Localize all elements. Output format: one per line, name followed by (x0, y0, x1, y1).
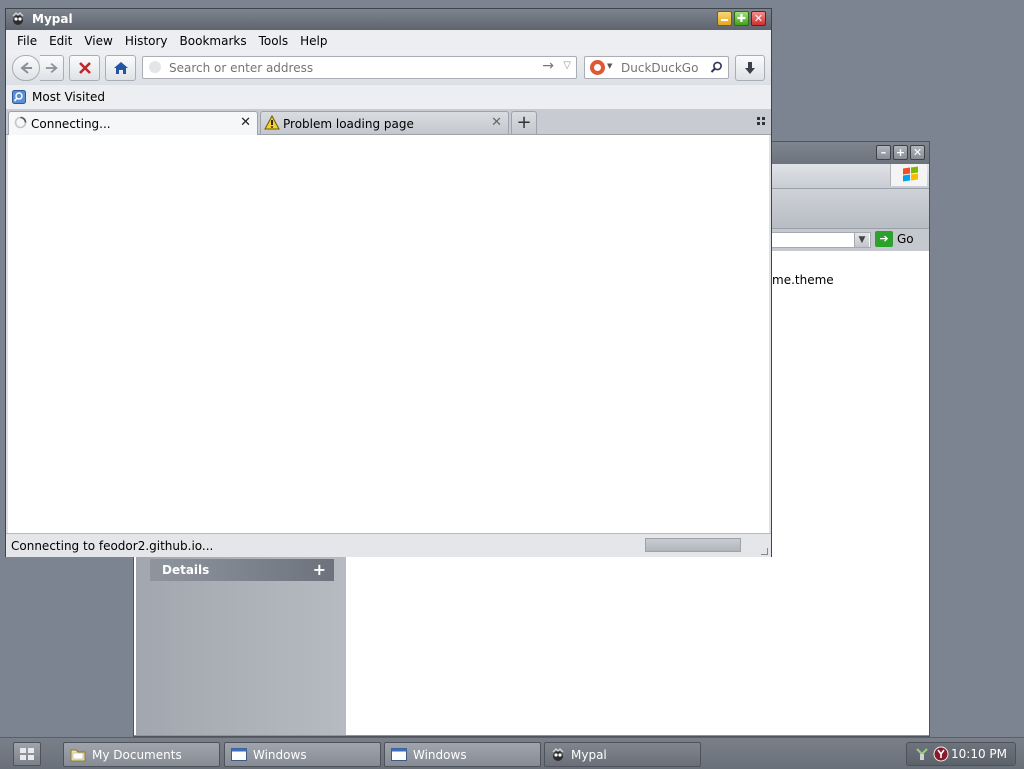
menu-bookmarks[interactable]: Bookmarks (174, 30, 253, 51)
bg-minimize-button[interactable]: – (876, 145, 891, 160)
bg-sidebar: Details + (136, 553, 346, 735)
minimize-button[interactable] (717, 11, 732, 26)
plus-icon: + (516, 112, 532, 133)
stop-icon (78, 62, 91, 74)
update-notification-icon[interactable] (933, 746, 949, 762)
start-button[interactable] (13, 742, 41, 766)
menu-view-label: View (84, 34, 113, 48)
window-title: Mypal (32, 12, 73, 26)
menu-help-label: Help (300, 34, 328, 48)
menu-file[interactable]: File (11, 30, 43, 51)
address-input[interactable] (169, 60, 529, 75)
duckduckgo-icon[interactable] (590, 60, 605, 75)
taskbar-item-windows-1[interactable]: Windows (224, 742, 381, 767)
tab-list-icon[interactable] (757, 117, 766, 126)
tab-connecting[interactable]: Connecting... ✕ (8, 111, 258, 135)
network-icon[interactable] (915, 747, 929, 761)
system-tray: 10:10 PM (906, 742, 1016, 766)
bookmarks-toolbar: Most Visited (6, 85, 771, 109)
tab-close-icon[interactable]: ✕ (240, 115, 251, 130)
taskbar: My Documents Windows Windows Mypal 10:10… (0, 737, 1024, 769)
menu-help[interactable]: Help (294, 30, 333, 51)
menu-bookmarks-label: Bookmarks (179, 34, 247, 48)
window-icon (391, 748, 407, 761)
stop-button[interactable] (69, 55, 100, 81)
home-icon (113, 62, 128, 74)
status-text: Connecting to feodor2.github.io... (11, 539, 214, 553)
arrow-right-icon: ➔ (875, 231, 893, 247)
download-arrow-icon (745, 62, 755, 74)
mypal-icon (12, 12, 24, 25)
taskbar-label: Windows (413, 747, 467, 762)
address-bar[interactable]: → ▽ (142, 56, 577, 79)
tab-close-icon[interactable]: ✕ (491, 115, 502, 130)
loading-spinner-icon (14, 116, 27, 129)
taskbar-label: My Documents (92, 747, 182, 762)
taskbar-item-mypal[interactable]: Mypal (544, 742, 701, 767)
maximize-icon: ✚ (736, 12, 747, 25)
progress-bar (645, 538, 741, 552)
go-label: Go (897, 232, 914, 246)
bg-maximize-button[interactable]: + (893, 145, 908, 160)
titlebar[interactable]: Mypal ✚ ✕ (6, 9, 771, 30)
back-arrow-icon (20, 62, 32, 74)
close-button[interactable]: ✕ (751, 11, 766, 26)
windows-logo-icon (890, 164, 927, 186)
browser-window: Mypal ✚ ✕ File Edit View History Bookmar… (5, 8, 772, 557)
menu-file-label: File (17, 34, 38, 48)
bg-content-text: me.theme (772, 273, 834, 287)
taskbar-item-windows-2[interactable]: Windows (384, 742, 541, 767)
start-menu-icon (20, 748, 34, 760)
menu-edit[interactable]: Edit (43, 30, 78, 51)
search-input[interactable] (621, 60, 705, 75)
chevron-down-icon[interactable]: ▼ (854, 233, 869, 247)
menu-history[interactable]: History (119, 30, 174, 51)
most-visited-label: Most Visited (32, 90, 106, 104)
globe-icon (149, 61, 161, 73)
close-icon: ✕ (753, 12, 764, 25)
clock[interactable]: 10:10 PM (951, 747, 1007, 761)
go-arrow-icon[interactable]: → (542, 58, 554, 74)
menu-tools[interactable]: Tools (253, 30, 295, 51)
taskbar-label: Windows (253, 747, 307, 762)
details-label: Details (162, 563, 210, 577)
forward-arrow-icon (45, 62, 58, 74)
search-bar[interactable]: ▼ (584, 56, 729, 79)
tab-problem-loading[interactable]: Problem loading page ✕ (260, 111, 509, 134)
menu-tools-label: Tools (258, 34, 289, 48)
search-icon[interactable] (710, 61, 723, 74)
maximize-button[interactable]: ✚ (734, 11, 749, 26)
menu-history-label: History (124, 34, 168, 48)
page-content (8, 135, 769, 533)
most-visited-icon (12, 90, 26, 104)
menu-view[interactable]: View (78, 30, 118, 51)
navigation-toolbar: → ▽ ▼ (6, 51, 771, 85)
search-engine-dropdown-icon[interactable]: ▼ (607, 62, 612, 70)
window-icon (231, 748, 247, 761)
back-button[interactable] (12, 55, 40, 81)
taskbar-item-my-documents[interactable]: My Documents (63, 742, 220, 767)
details-header[interactable]: Details + (150, 559, 334, 581)
downloads-button[interactable] (735, 55, 765, 81)
tab-label: Problem loading page (283, 117, 414, 131)
taskbar-label: Mypal (571, 747, 607, 762)
home-button[interactable] (105, 55, 136, 81)
url-dropdown-icon[interactable]: ▽ (563, 60, 571, 71)
minimize-icon (721, 19, 728, 21)
folder-icon (70, 749, 86, 761)
new-tab-button[interactable]: + (511, 111, 537, 134)
tab-strip: Connecting... ✕ Problem loading page ✕ + (6, 109, 771, 135)
resize-grip-icon[interactable] (761, 548, 768, 555)
status-bar: Connecting to feodor2.github.io... (6, 533, 771, 557)
warning-icon (264, 115, 280, 130)
expand-icon[interactable]: + (313, 560, 326, 579)
go-button[interactable]: ➔ Go (875, 231, 914, 247)
bg-close-button[interactable]: ✕ (910, 145, 925, 160)
mypal-icon (552, 747, 564, 761)
forward-button[interactable] (40, 55, 64, 81)
menubar: File Edit View History Bookmarks Tools H… (6, 30, 771, 51)
menu-edit-label: Edit (49, 34, 73, 48)
bookmark-most-visited[interactable]: Most Visited (12, 90, 105, 104)
tab-label: Connecting... (31, 117, 111, 131)
